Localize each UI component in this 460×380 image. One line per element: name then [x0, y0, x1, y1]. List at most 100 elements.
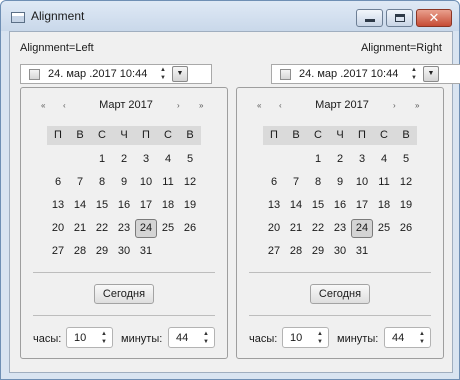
spin-up-icon[interactable]: ▲ — [158, 66, 168, 74]
today-button[interactable]: Сегодня — [94, 284, 154, 304]
calendar-day[interactable]: 22 — [91, 219, 113, 238]
calendar-day[interactable]: 28 — [69, 242, 91, 261]
prev-month-icon[interactable]: ‹ — [279, 101, 282, 110]
calendar-day-selected[interactable]: 24 — [351, 219, 373, 238]
hours-value[interactable]: 10 — [290, 332, 302, 344]
minutes-spinner[interactable]: ▲ ▼ — [201, 330, 210, 346]
calendar-day[interactable]: 26 — [395, 219, 417, 238]
calendar-day[interactable]: 9 — [329, 173, 351, 192]
calendar-day[interactable]: 26 — [179, 219, 201, 238]
hours-spinner[interactable]: ▲ ▼ — [315, 330, 324, 346]
dropdown-button[interactable]: ▼ — [172, 66, 188, 82]
calendar-day[interactable]: 10 — [135, 173, 157, 192]
calendar-day[interactable]: 3 — [135, 150, 157, 169]
calendar-day[interactable]: 11 — [373, 173, 395, 192]
spin-up-icon[interactable]: ▲ — [417, 330, 427, 338]
first-month-icon[interactable]: « — [41, 101, 45, 110]
calendar-day[interactable]: 15 — [307, 196, 329, 215]
calendar-day[interactable]: 7 — [285, 173, 307, 192]
calendar-day[interactable]: 18 — [373, 196, 395, 215]
hours-stepper[interactable]: 10 ▲ ▼ — [282, 327, 329, 348]
calendar-day[interactable]: 6 — [47, 173, 69, 192]
calendar-day[interactable]: 12 — [179, 173, 201, 192]
calendar-day[interactable]: 3 — [351, 150, 373, 169]
today-button[interactable]: Сегодня — [310, 284, 370, 304]
calendar-day[interactable]: 23 — [113, 219, 135, 238]
last-month-icon[interactable]: » — [415, 101, 419, 110]
spin-down-icon[interactable]: ▼ — [201, 338, 211, 346]
calendar-day[interactable]: 31 — [351, 242, 373, 261]
calendar-day[interactable]: 11 — [157, 173, 179, 192]
calendar-day[interactable]: 5 — [179, 150, 201, 169]
calendar-day[interactable]: 27 — [263, 242, 285, 261]
calendar-day[interactable]: 23 — [329, 219, 351, 238]
calendar-day-selected[interactable]: 24 — [135, 219, 157, 238]
calendar-day[interactable]: 21 — [285, 219, 307, 238]
calendar-day[interactable]: 15 — [91, 196, 113, 215]
spin-down-icon[interactable]: ▼ — [417, 338, 427, 346]
last-month-icon[interactable]: » — [199, 101, 203, 110]
calendar-day[interactable]: 7 — [69, 173, 91, 192]
calendar-day[interactable]: 14 — [285, 196, 307, 215]
datetime-picker-right[interactable]: 24. мар .2017 10:44 ▲ ▼ ▼ — [271, 64, 460, 84]
datetime-picker-left[interactable]: 24. мар .2017 10:44 ▲ ▼ ▼ — [20, 64, 212, 84]
calendar-day[interactable]: 2 — [113, 150, 135, 169]
calendar-day[interactable]: 14 — [69, 196, 91, 215]
calendar-day[interactable]: 4 — [157, 150, 179, 169]
spin-up-icon[interactable]: ▲ — [409, 66, 419, 74]
datetime-spinner[interactable]: ▲ ▼ — [158, 66, 168, 82]
calendar-day[interactable]: 22 — [307, 219, 329, 238]
calendar-day[interactable]: 5 — [395, 150, 417, 169]
hours-value[interactable]: 10 — [74, 332, 86, 344]
spin-down-icon[interactable]: ▼ — [315, 338, 325, 346]
prev-month-icon[interactable]: ‹ — [63, 101, 66, 110]
calendar-day[interactable]: 30 — [113, 242, 135, 261]
calendar-day[interactable]: 13 — [47, 196, 69, 215]
minutes-spinner[interactable]: ▲ ▼ — [417, 330, 426, 346]
calendar-day[interactable]: 2 — [329, 150, 351, 169]
calendar-day[interactable]: 19 — [179, 196, 201, 215]
calendar-day[interactable]: 17 — [351, 196, 373, 215]
calendar-day[interactable]: 29 — [307, 242, 329, 261]
calendar-day[interactable]: 9 — [113, 173, 135, 192]
minutes-stepper[interactable]: 44 ▲ ▼ — [168, 327, 215, 348]
datetime-checkbox[interactable] — [280, 69, 291, 80]
minutes-stepper[interactable]: 44 ▲ ▼ — [384, 327, 431, 348]
datetime-checkbox[interactable] — [29, 69, 40, 80]
calendar-day[interactable]: 16 — [329, 196, 351, 215]
next-month-icon[interactable]: › — [177, 101, 180, 110]
dropdown-button[interactable]: ▼ — [423, 66, 439, 82]
calendar-day[interactable]: 20 — [47, 219, 69, 238]
next-month-icon[interactable]: › — [393, 101, 396, 110]
calendar-day[interactable]: 6 — [263, 173, 285, 192]
calendar-day[interactable]: 4 — [373, 150, 395, 169]
spin-up-icon[interactable]: ▲ — [201, 330, 211, 338]
calendar-day[interactable]: 21 — [69, 219, 91, 238]
calendar-day[interactable]: 25 — [373, 219, 395, 238]
calendar-day[interactable]: 28 — [285, 242, 307, 261]
title-bar[interactable]: Alignment ✕ — [1, 1, 459, 31]
close-button[interactable]: ✕ — [416, 9, 452, 27]
spin-down-icon[interactable]: ▼ — [409, 74, 419, 82]
calendar-day[interactable]: 19 — [395, 196, 417, 215]
datetime-spinner[interactable]: ▲ ▼ — [409, 66, 419, 82]
calendar-day[interactable]: 31 — [135, 242, 157, 261]
calendar-day[interactable]: 16 — [113, 196, 135, 215]
calendar-day[interactable]: 18 — [157, 196, 179, 215]
datetime-value[interactable]: 24. мар .2017 10:44 — [299, 68, 398, 80]
calendar-day[interactable]: 1 — [307, 150, 329, 169]
hours-spinner[interactable]: ▲ ▼ — [99, 330, 108, 346]
first-month-icon[interactable]: « — [257, 101, 261, 110]
datetime-value[interactable]: 24. мар .2017 10:44 — [48, 68, 147, 80]
calendar-day[interactable]: 12 — [395, 173, 417, 192]
calendar-day[interactable]: 25 — [157, 219, 179, 238]
minutes-value[interactable]: 44 — [392, 332, 404, 344]
minutes-value[interactable]: 44 — [176, 332, 188, 344]
calendar-day[interactable]: 10 — [351, 173, 373, 192]
minimize-button[interactable] — [356, 9, 383, 27]
calendar-day[interactable]: 8 — [307, 173, 329, 192]
spin-down-icon[interactable]: ▼ — [99, 338, 109, 346]
spin-up-icon[interactable]: ▲ — [99, 330, 109, 338]
calendar-day[interactable]: 13 — [263, 196, 285, 215]
hours-stepper[interactable]: 10 ▲ ▼ — [66, 327, 113, 348]
